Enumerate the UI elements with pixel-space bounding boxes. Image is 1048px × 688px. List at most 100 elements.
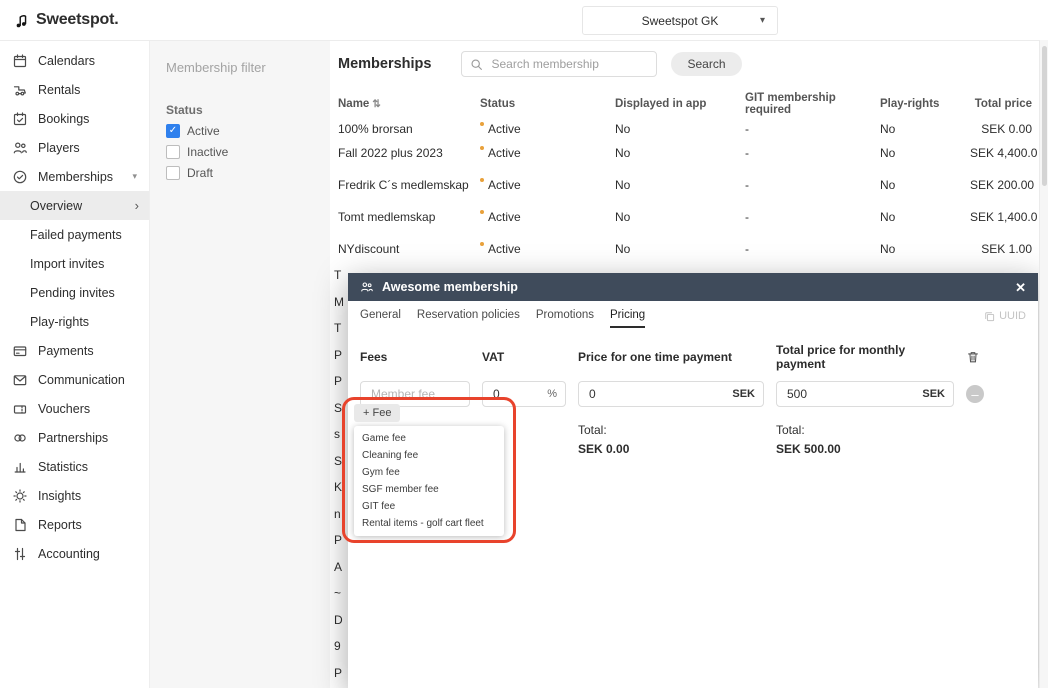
- add-fee-dropdown: + Fee Game fee Cleaning fee Gym fee SGF …: [354, 403, 504, 536]
- table-row[interactable]: Fredrik C´s medlemskap Active No - No SE…: [330, 169, 1040, 201]
- sidebar-item-players[interactable]: Players: [0, 133, 149, 162]
- onetime-price-input[interactable]: [587, 386, 726, 402]
- sidebar-item-communication[interactable]: Communication: [0, 365, 149, 394]
- checkbox-label: Inactive: [187, 145, 228, 159]
- sidebar-subitem-pending-invites[interactable]: Pending invites: [0, 278, 149, 307]
- cell-name: Fredrik C´s medlemskap: [338, 178, 480, 192]
- total-label: Total:: [776, 423, 954, 437]
- communication-icon: [12, 372, 28, 388]
- vat-input[interactable]: [491, 386, 541, 402]
- sidebar-subitem-import-invites[interactable]: Import invites: [0, 249, 149, 278]
- cell-status: Active: [480, 242, 615, 256]
- column-header-total-price: Total price: [970, 98, 1032, 110]
- monthly-total: Total: SEK 500.00: [776, 423, 954, 456]
- scrollbar-thumb[interactable]: [1042, 46, 1047, 186]
- club-selector-dropdown[interactable]: Sweetspot GK ▾: [582, 6, 778, 35]
- table-row[interactable]: NYdiscount Active No - No SEK 1.00: [330, 233, 1040, 265]
- cell-status: Active: [480, 178, 615, 192]
- table-row[interactable]: Tomt medlemskap Active No - No SEK 1,400…: [330, 201, 1040, 233]
- cell-play-rights: No: [880, 210, 970, 224]
- sidebar-item-calendars[interactable]: Calendars: [0, 46, 149, 75]
- group-icon: [360, 280, 374, 294]
- sidebar-item-vouchers[interactable]: Vouchers: [0, 394, 149, 423]
- fee-option-git-fee[interactable]: GIT fee: [354, 498, 504, 515]
- sidebar-subitem-label: Import invites: [30, 257, 104, 271]
- column-header-status: Status: [480, 98, 615, 110]
- add-fee-button[interactable]: + Fee: [354, 404, 400, 422]
- cell-play-rights: No: [880, 122, 970, 136]
- sidebar-subitem-overview[interactable]: Overview ›: [0, 191, 149, 220]
- sidebar-item-label: Memberships: [38, 170, 113, 184]
- filter-checkbox-draft[interactable]: Draft: [166, 166, 314, 180]
- percent-suffix: %: [547, 388, 557, 400]
- table-row[interactable]: Fall 2022 plus 2023 Active No - No SEK 4…: [330, 137, 1040, 169]
- chevron-down-icon: ▾: [760, 15, 765, 26]
- cell-name: Tomt medlemskap: [338, 210, 480, 224]
- sidebar-item-insights[interactable]: Insights: [0, 481, 149, 510]
- cell-displayed: No: [615, 242, 745, 256]
- search-button[interactable]: Search: [671, 52, 741, 76]
- trash-icon[interactable]: [966, 350, 990, 364]
- filter-checkbox-active[interactable]: ✓ Active: [166, 124, 314, 138]
- sidebar-subitem-play-rights[interactable]: Play-rights: [0, 307, 149, 336]
- sidebar-item-bookings[interactable]: Bookings: [0, 104, 149, 133]
- monthly-price-field[interactable]: SEK: [776, 381, 954, 407]
- membership-modal: Awesome membership ✕ General Reservation…: [348, 273, 1038, 688]
- onetime-total: Total: SEK 0.00: [578, 423, 764, 456]
- modal-tabs: General Reservation policies Promotions …: [348, 301, 1038, 328]
- tab-promotions[interactable]: Promotions: [536, 309, 594, 328]
- brand-logo[interactable]: Sweetspot.: [14, 0, 118, 40]
- sidebar-item-reports[interactable]: Reports: [0, 510, 149, 539]
- sidebar-item-label: Rentals: [38, 83, 80, 97]
- sidebar-item-label: Bookings: [38, 112, 89, 126]
- uuid-button[interactable]: UUID: [984, 310, 1026, 328]
- sidebar-item-partnerships[interactable]: Partnerships: [0, 423, 149, 452]
- search-input[interactable]: [489, 56, 648, 72]
- sidebar-item-accounting[interactable]: Accounting: [0, 539, 149, 568]
- filter-checkbox-inactive[interactable]: Inactive: [166, 145, 314, 159]
- tab-general[interactable]: General: [360, 309, 401, 328]
- memberships-icon: [12, 169, 28, 185]
- table-row[interactable]: 100% brorsan Active No - No SEK 0.00: [330, 122, 1040, 137]
- sidebar-subitem-label: Play-rights: [30, 315, 89, 329]
- column-header-name[interactable]: Name⇅: [338, 98, 480, 110]
- cell-name: NYdiscount: [338, 242, 480, 256]
- vat-column-header: VAT: [482, 350, 566, 364]
- cell-displayed: No: [615, 210, 745, 224]
- status-dot-icon: [480, 146, 484, 150]
- sidebar-item-statistics[interactable]: Statistics: [0, 452, 149, 481]
- occluded-rows-strip: T M T P P S s S K n P A ~ D 9 P: [334, 262, 347, 688]
- status-dot-icon: [480, 210, 484, 214]
- fee-option-rental-items[interactable]: Rental items - golf cart fleet: [354, 515, 504, 532]
- main-header: Memberships Search: [330, 40, 1040, 86]
- tab-reservation-policies[interactable]: Reservation policies: [417, 309, 520, 328]
- players-icon: [12, 140, 28, 156]
- cell-status: Active: [480, 210, 615, 224]
- cell-status: Active: [480, 122, 615, 136]
- currency-suffix: SEK: [922, 388, 945, 400]
- onetime-price-field[interactable]: SEK: [578, 381, 764, 407]
- sidebar-subitem-label: Pending invites: [30, 286, 115, 300]
- fee-option-game-fee[interactable]: Game fee: [354, 430, 504, 447]
- fee-option-sgf-member-fee[interactable]: SGF member fee: [354, 481, 504, 498]
- sidebar-item-payments[interactable]: Payments: [0, 336, 149, 365]
- fee-option-cleaning-fee[interactable]: Cleaning fee: [354, 447, 504, 464]
- membership-search-field[interactable]: [461, 51, 657, 77]
- filter-status-label: Status: [166, 103, 314, 117]
- sidebar-subitem-failed-payments[interactable]: Failed payments: [0, 220, 149, 249]
- monthly-price-input[interactable]: [785, 386, 916, 402]
- member-fee-input[interactable]: [369, 386, 461, 402]
- total-value: SEK 0.00: [578, 442, 764, 456]
- fee-option-gym-fee[interactable]: Gym fee: [354, 464, 504, 481]
- tab-pricing[interactable]: Pricing: [610, 309, 645, 328]
- status-dot-icon: [480, 178, 484, 182]
- remove-fee-row-button[interactable]: –: [966, 385, 984, 403]
- fee-options-menu: Game fee Cleaning fee Gym fee SGF member…: [354, 426, 504, 536]
- sidebar-item-memberships[interactable]: Memberships ▾: [0, 162, 149, 191]
- sort-icon[interactable]: ⇅: [372, 99, 380, 110]
- sidebar-item-rentals[interactable]: Rentals: [0, 75, 149, 104]
- vertical-scrollbar[interactable]: [1039, 40, 1048, 688]
- insights-icon: [12, 488, 28, 504]
- close-icon[interactable]: ✕: [1015, 281, 1026, 294]
- chevron-right-icon: ›: [135, 198, 139, 213]
